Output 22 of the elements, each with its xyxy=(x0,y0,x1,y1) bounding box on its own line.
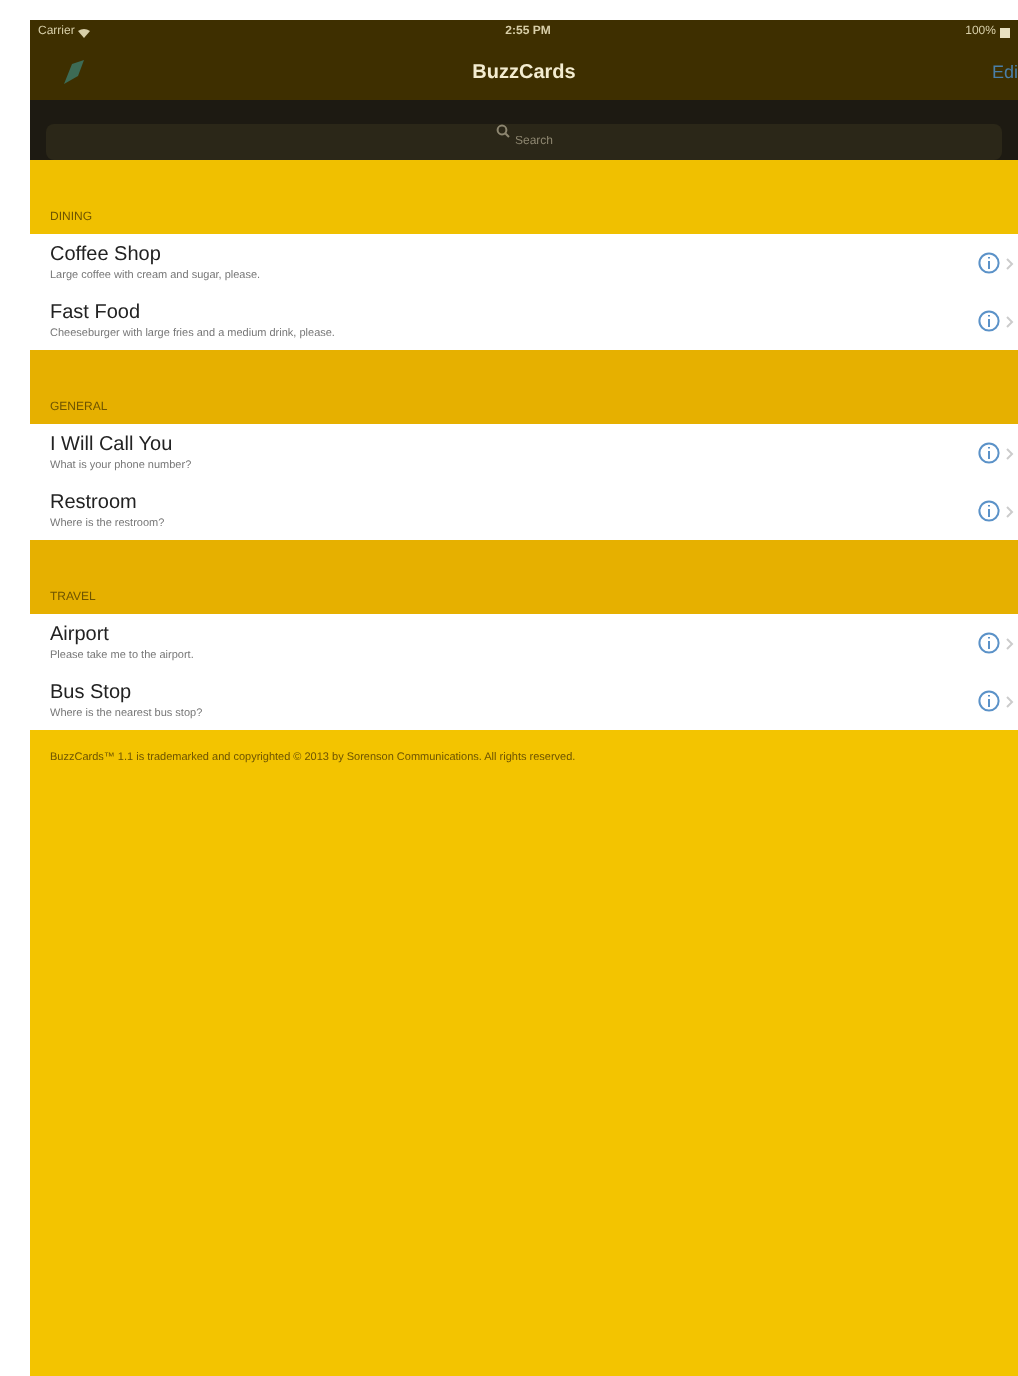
chevron-icon xyxy=(1006,695,1014,707)
row-title: Bus Stop xyxy=(50,681,134,705)
row-title: I Will Call You xyxy=(50,433,175,457)
chevron-icon xyxy=(1006,505,1014,517)
info-icon[interactable] xyxy=(978,500,1000,522)
chevron-icon xyxy=(1006,447,1014,459)
row-title: Fast Food xyxy=(50,301,143,325)
info-icon[interactable] xyxy=(978,442,1000,464)
wifi-icon xyxy=(78,27,91,37)
chevron-icon xyxy=(1006,315,1014,327)
info-icon[interactable] xyxy=(978,310,1000,332)
row-title: Restroom xyxy=(50,491,139,515)
chevron-icon xyxy=(1006,257,1014,269)
battery-icon xyxy=(999,27,1010,37)
row-title: Airport xyxy=(50,623,111,647)
search-icon xyxy=(496,124,510,138)
nav-title: BuzzCards xyxy=(472,59,576,87)
info-icon[interactable] xyxy=(978,690,1000,712)
row-title: Coffee Shop xyxy=(50,243,163,267)
chevron-icon xyxy=(1006,637,1014,649)
info-icon[interactable] xyxy=(978,252,1000,274)
info-icon[interactable] xyxy=(978,632,1000,654)
